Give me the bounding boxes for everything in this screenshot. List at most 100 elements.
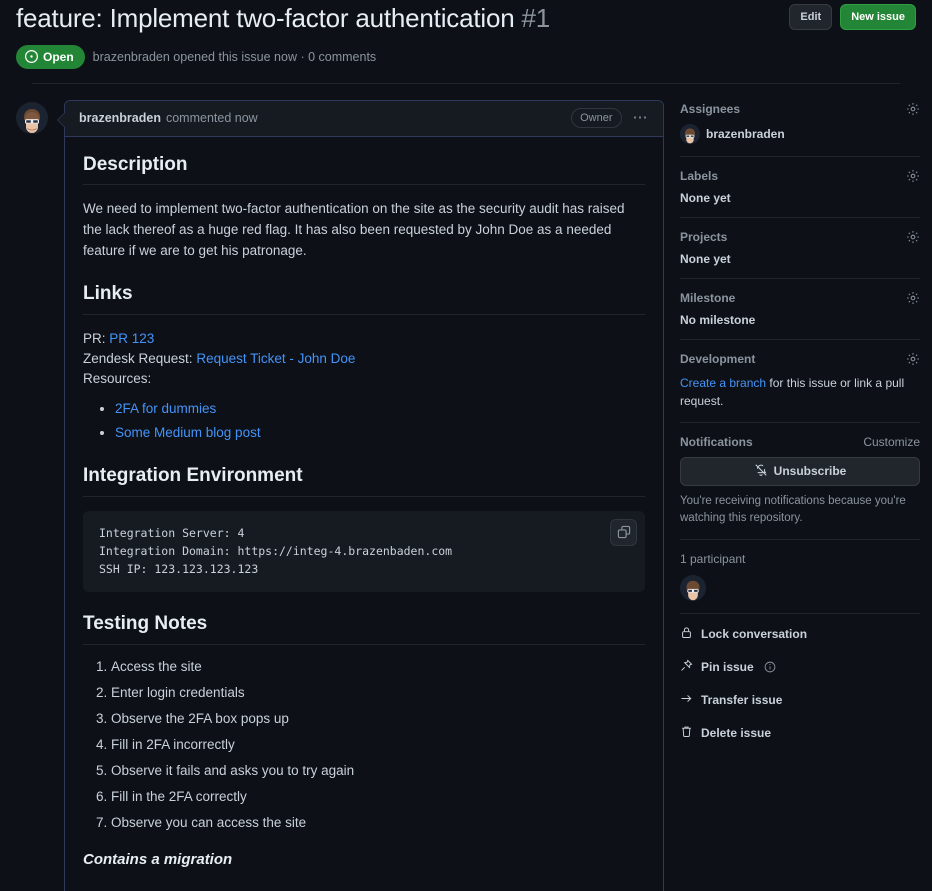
kebab-menu-icon[interactable]: ⋯	[633, 110, 650, 125]
projects-value: None yet	[680, 251, 731, 266]
code-block: Integration Server: 4 Integration Domain…	[83, 510, 645, 593]
assignee-name: brazenbraden	[706, 126, 785, 141]
unsubscribe-label: Unsubscribe	[773, 464, 847, 478]
sidebar-head: Labels	[680, 169, 920, 183]
list-item: Access the site	[111, 657, 645, 678]
sidebar-item-pin-issue[interactable]: Pin issue	[680, 659, 920, 675]
sidebar-section-milestone: Milestone No milestone	[680, 291, 920, 340]
comment-body: Description We need to implement two-fac…	[65, 137, 663, 891]
new-issue-button[interactable]: New issue	[840, 4, 916, 30]
resource-link[interactable]: Some Medium blog post	[115, 425, 261, 440]
sidebar-section-labels: Labels None yet	[680, 169, 920, 218]
resource-link[interactable]: 2FA for dummies	[115, 401, 216, 416]
gear-icon[interactable]	[906, 291, 920, 305]
zendesk-label: Zendesk Request:	[83, 350, 193, 366]
list-item: Enter login credentials	[111, 683, 645, 704]
gear-icon[interactable]	[906, 230, 920, 244]
comment-timestamp: commented now	[165, 111, 258, 125]
copy-icon[interactable]	[610, 518, 637, 546]
sidebar-item-label: Pin issue	[701, 660, 754, 674]
heading-testing-notes: Testing Notes	[83, 612, 645, 646]
sidebar-section-development: Development Create a branch for this iss…	[680, 352, 920, 423]
avatar[interactable]	[680, 575, 706, 601]
issue-number: #1	[521, 3, 551, 33]
description-paragraph: We need to implement two-factor authenti…	[83, 201, 625, 259]
bell-slash-icon	[754, 463, 768, 480]
issue-open-icon	[25, 50, 38, 63]
testing-steps-list: Access the site Enter login credentials …	[83, 657, 645, 833]
sidebar-item-delete-issue[interactable]: Delete issue	[680, 725, 920, 741]
milestone-title: Milestone	[680, 290, 736, 305]
assignees-title: Assignees	[680, 101, 741, 116]
pr-link[interactable]: PR 123	[109, 331, 154, 346]
zendesk-link[interactable]: Request Ticket - John Doe	[196, 351, 355, 366]
header-actions: Edit New issue	[789, 4, 916, 30]
unsubscribe-button[interactable]: Unsubscribe	[680, 456, 920, 486]
gear-icon[interactable]	[906, 352, 920, 366]
avatar[interactable]	[16, 101, 48, 134]
status-badge: Open	[16, 44, 85, 69]
issue-meta-text: brazenbraden opened this issue now · 0 c…	[92, 49, 377, 64]
issue-sidebar: Assignees brazenbraden Labels None yet P…	[680, 100, 920, 766]
list-item: Observe it fails and asks you to try aga…	[111, 761, 645, 782]
create-branch-link[interactable]: Create a branch	[680, 376, 766, 390]
sidebar-head: Development	[680, 352, 920, 366]
issue-meta-row: Open brazenbraden opened this issue now …	[16, 44, 916, 69]
heading-integration-environment: Integration Environment	[83, 464, 645, 497]
pin-icon	[680, 659, 693, 675]
conversation-column: brazenbraden commented now Owner ⋯ Descr…	[16, 99, 664, 891]
code-block-content: Integration Server: 4 Integration Domain…	[99, 525, 453, 576]
sidebar-item-label: Transfer issue	[701, 693, 783, 707]
labels-value: None yet	[680, 190, 731, 205]
info-icon[interactable]	[764, 661, 776, 673]
milestone-value: No milestone	[680, 312, 756, 327]
trash-icon	[680, 725, 693, 741]
assignee-row[interactable]: brazenbraden	[680, 123, 920, 144]
resources-label: Resources:	[83, 371, 152, 387]
notifications-note: You're receiving notifications because y…	[680, 494, 906, 524]
sidebar-head: Milestone	[680, 291, 920, 305]
sidebar-item-label: Lock conversation	[701, 627, 808, 641]
sidebar-head: Projects	[680, 230, 920, 244]
labels-title: Labels	[680, 168, 719, 183]
comment-header: brazenbraden commented now Owner ⋯	[65, 100, 663, 137]
list-item: 2FA for dummies	[115, 399, 645, 420]
comment-avatar-column	[16, 100, 64, 891]
lock-icon	[680, 626, 693, 642]
arrow-right-icon	[680, 692, 693, 708]
header-divider	[32, 82, 900, 84]
heading-description: Description	[83, 153, 645, 186]
list-item: Some Medium blog post	[115, 423, 645, 444]
title-row: feature: Implement two-factor authentica…	[16, 0, 916, 35]
sidebar-item-lock-conversation[interactable]: Lock conversation	[680, 626, 920, 642]
page-title: feature: Implement two-factor authentica…	[16, 2, 550, 35]
sidebar-section-assignees: Assignees brazenbraden	[680, 102, 920, 157]
links-paragraph: PR: PR 123 Zendesk Request: Request Tick…	[83, 329, 645, 390]
gear-icon[interactable]	[906, 169, 920, 183]
pr-label: PR:	[83, 330, 106, 346]
list-item: Fill in 2FA incorrectly	[111, 735, 645, 756]
sidebar-head: Notifications Customize	[680, 435, 920, 449]
edit-button[interactable]: Edit	[789, 4, 833, 30]
development-title: Development	[680, 351, 756, 366]
status-badge-label: Open	[43, 49, 74, 64]
heading-links: Links	[83, 282, 645, 315]
list-item: Observe you can access the site	[111, 813, 645, 834]
resources-list: 2FA for dummies Some Medium blog post	[83, 399, 645, 444]
migration-note: Contains a migration	[83, 850, 233, 868]
owner-badge: Owner	[571, 108, 622, 128]
sidebar-item-transfer-issue[interactable]: Transfer issue	[680, 692, 920, 708]
main-layout: brazenbraden commented now Owner ⋯ Descr…	[0, 84, 932, 891]
comment-author[interactable]: brazenbraden	[79, 111, 161, 125]
gear-icon[interactable]	[906, 102, 920, 116]
sidebar-section-projects: Projects None yet	[680, 230, 920, 279]
sidebar-head: Assignees	[680, 102, 920, 116]
sidebar-item-label: Delete issue	[701, 726, 772, 740]
development-text: Create a branch for this issue or link a…	[680, 374, 920, 410]
customize-link[interactable]: Customize	[863, 435, 920, 449]
avatar	[680, 123, 700, 144]
list-item: Fill in the 2FA correctly	[111, 787, 645, 808]
sidebar-section-participants: 1 participant	[680, 552, 920, 614]
comment-box: brazenbraden commented now Owner ⋯ Descr…	[57, 99, 664, 891]
sidebar-section-actions: Lock conversation Pin issue Transfer iss…	[680, 626, 920, 753]
